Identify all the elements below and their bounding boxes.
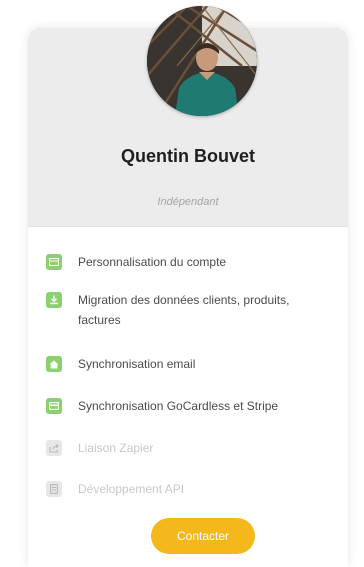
feature-item-api: Développement API (46, 481, 346, 499)
feature-label-continued: factures (78, 313, 121, 327)
card-icon (46, 398, 62, 414)
avatar-photo (147, 6, 257, 116)
layout-icon (46, 254, 62, 270)
feature-item-migration: Migration des données clients, produits,… (46, 292, 346, 330)
profile-name: Quentin Bouvet (121, 146, 255, 166)
feature-label: Synchronisation GoCardless et Stripe (78, 399, 279, 413)
feature-item-gocardless: Synchronisation GoCardless et Stripe (46, 398, 346, 416)
contact-button[interactable]: Contacter (151, 518, 255, 554)
avatar (147, 6, 257, 116)
feature-item-zapier: Liaison Zapier (46, 440, 346, 458)
share-icon (46, 440, 62, 456)
document-icon (46, 481, 62, 497)
feature-label-group: Migration des données clients, produits,… (78, 290, 289, 330)
feature-label: Liaison Zapier (78, 441, 154, 455)
home-icon (46, 356, 62, 372)
download-icon (46, 292, 62, 308)
feature-label: Synchronisation email (78, 357, 196, 371)
feature-item-personnalisation: Personnalisation du compte (46, 254, 346, 272)
feature-label: Développement API (78, 482, 185, 496)
feature-label: Personnalisation du compte (78, 255, 227, 269)
profile-role: Indépendant (157, 196, 219, 208)
header-divider (28, 226, 348, 227)
feature-item-email: Synchronisation email (46, 356, 346, 374)
feature-label: Migration des données clients, produits, (78, 293, 290, 307)
